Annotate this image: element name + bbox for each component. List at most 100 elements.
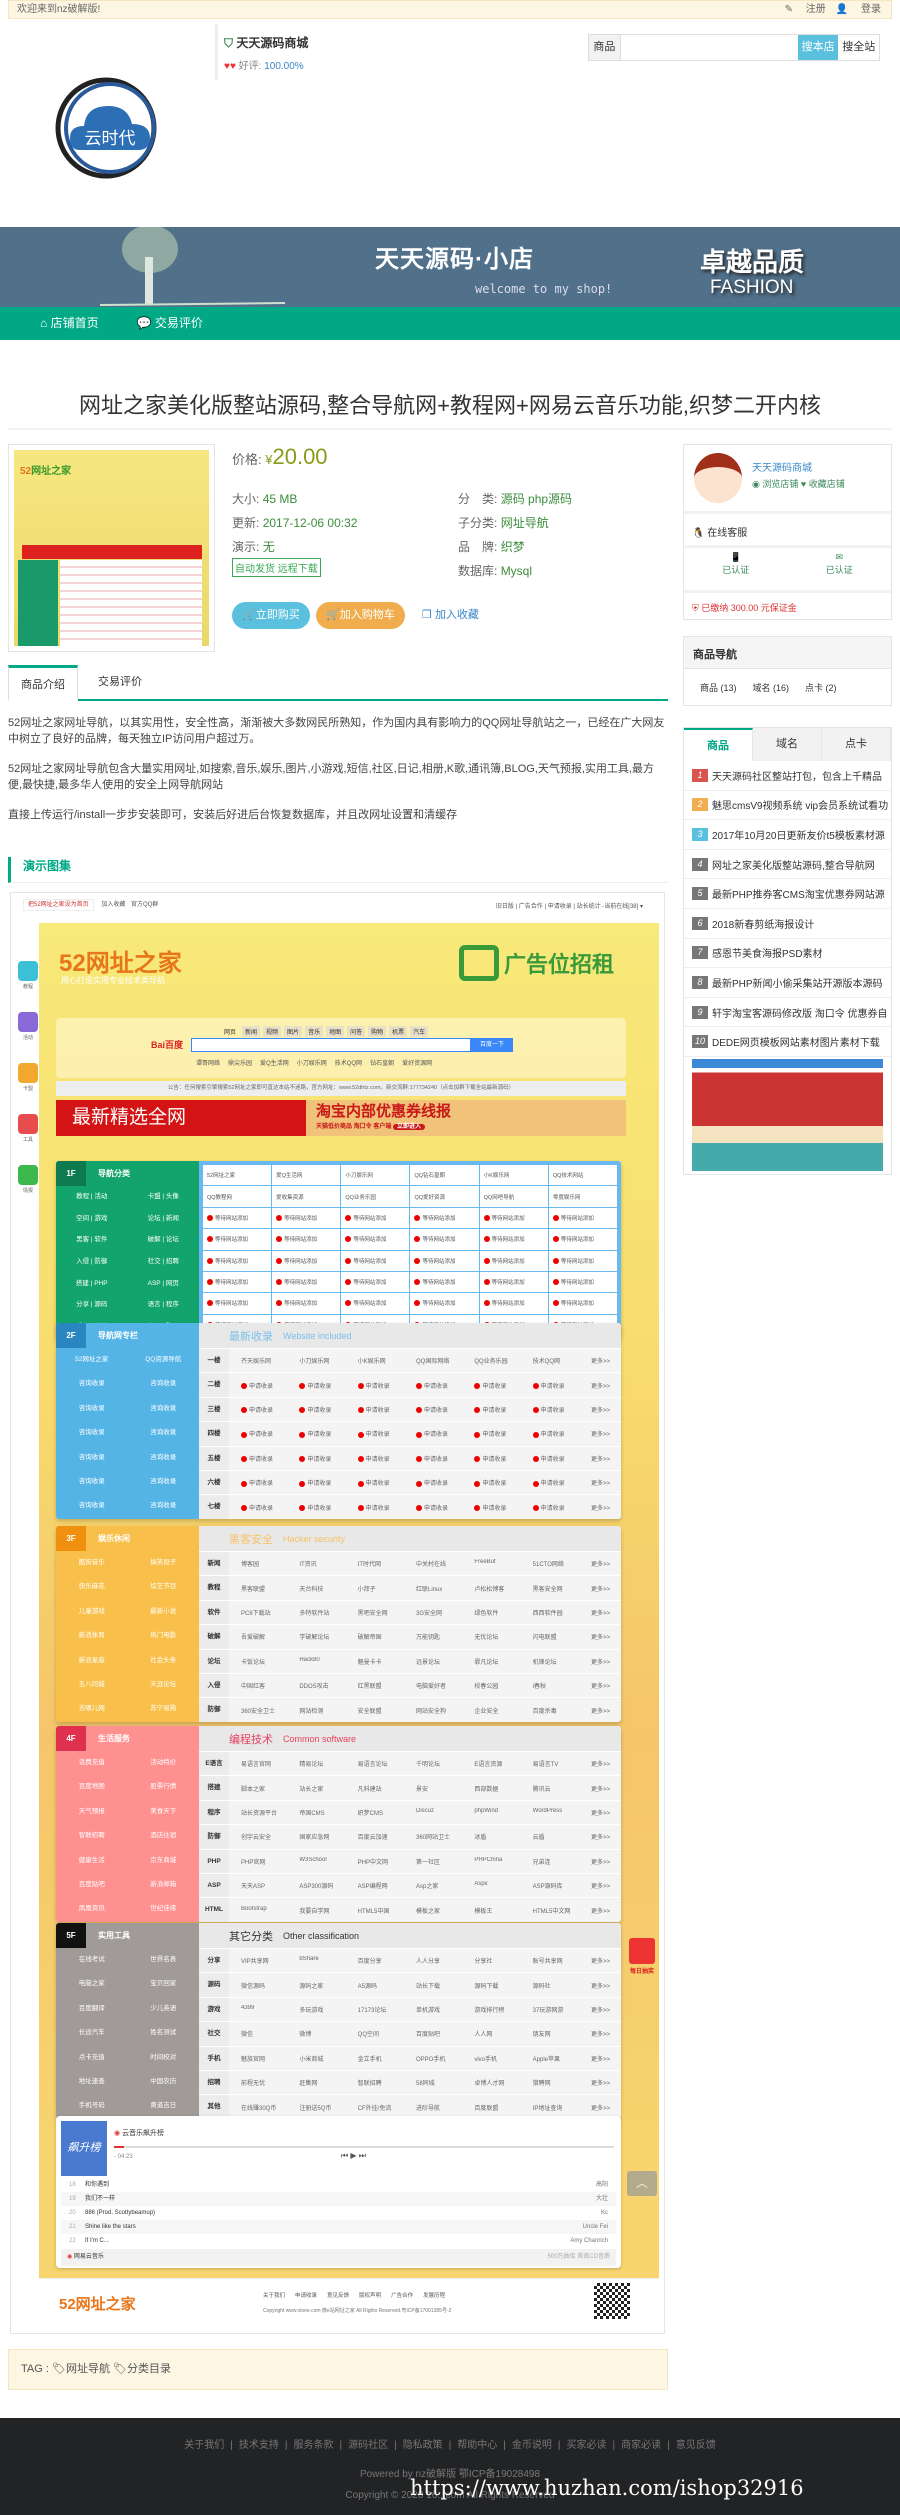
rank-number: 7 bbox=[692, 946, 708, 960]
ranking-item[interactable]: 3 2017年10月20日更新友价t5模板素材源 bbox=[684, 820, 891, 850]
footer-link[interactable]: 技术支持 bbox=[239, 2440, 279, 2451]
demo-row: 演示: 无 bbox=[232, 538, 275, 555]
ranking-item[interactable]: 1 天天源码社区整站打包，包含上千精品 bbox=[684, 761, 891, 791]
row-item: 模板王 bbox=[474, 1908, 493, 1915]
search-input[interactable] bbox=[620, 35, 798, 60]
demo-side-icon: 情报 bbox=[15, 1165, 41, 1194]
product-thumbnail[interactable]: 52网址之家 bbox=[8, 444, 215, 652]
ranking-item[interactable]: 6 2018新春剪纸海报设计 bbox=[684, 909, 891, 939]
row-items: 申请收录 申请收录 申请收录 申请收录 申请收录 申请收录 bbox=[229, 1478, 591, 1487]
rank-title: 2018新春剪纸海报设计 bbox=[712, 919, 815, 931]
rank-tab-domains[interactable]: 域名 bbox=[753, 728, 822, 761]
sidebar-shop-name[interactable]: 天天源码商城 bbox=[752, 459, 812, 474]
floor-left-panel: 5F 实用工具 在线考试 世界名表 电脑之家 宝贝回家 百度翻译 少儿英语 长途汽车 姓名测试 点卡… bbox=[56, 1923, 199, 2119]
goods-nav-link[interactable]: 商品 (13) bbox=[700, 681, 737, 694]
row-item: 申请收录 bbox=[357, 1405, 416, 1414]
floor-links: 52网址之家 QQ资源导航 咨询收录 咨询收录 咨询收录 咨询收录 咨询收录 咨询收录 咨询收录… bbox=[56, 1348, 199, 1519]
red-dot-icon bbox=[357, 1407, 364, 1414]
placeholder-text: 等待网站添加 bbox=[353, 1237, 387, 1244]
floor-link: 咨询收录 bbox=[150, 1453, 177, 1461]
tag-link[interactable]: 🏷网址导航 bbox=[52, 2363, 110, 2375]
row-item: 脚本之家 bbox=[241, 1786, 266, 1793]
footer-link[interactable]: 服务条款 bbox=[293, 2440, 333, 2451]
demo-footer-link: 关于我们 bbox=[263, 2293, 286, 2299]
buy-now-button[interactable]: 🛒立即购买 bbox=[232, 602, 310, 629]
ranking-preview-image[interactable] bbox=[692, 1058, 883, 1171]
floor-row: 社交 微信 微博 QQ空间 百度贴吧 人人网 朋友网 更多>> bbox=[199, 2021, 621, 2046]
goods-nav-link[interactable]: 域名 (16) bbox=[753, 681, 790, 694]
floor-grid-cell: QQ教程网 bbox=[203, 1186, 272, 1207]
row-item: 腾讯云 bbox=[532, 1786, 551, 1793]
footer-link[interactable]: 意见反馈 bbox=[676, 2440, 716, 2451]
search-shop-button[interactable]: 搜本店 bbox=[797, 35, 839, 60]
row-label: 二楼 bbox=[199, 1373, 229, 1397]
ranking-item[interactable]: 4 网址之家美化版整站源码,整合导航网 bbox=[684, 850, 891, 880]
subcategory-link[interactable]: 网址导航 bbox=[501, 516, 549, 530]
nav-shop-home[interactable]: ⌂ 店铺首页 bbox=[40, 307, 99, 340]
floor-row: ASP 天天ASP ASP300源码 ASP编程网 Asp之家 Aspx ASP源码库 更多>… bbox=[199, 1872, 621, 1898]
nav-reviews[interactable]: 💬 交易评价 bbox=[137, 307, 203, 340]
floor-link: 宝贝回家 bbox=[150, 1980, 177, 1988]
ranking-item[interactable]: 10 DEDE网页模板网站素材图片素材下载 bbox=[684, 1027, 891, 1057]
row-item: 兄弟连 bbox=[532, 1859, 551, 1866]
login-link[interactable]: 👤 登录 bbox=[836, 4, 881, 15]
placeholder-text: 等待网站添加 bbox=[284, 1301, 318, 1308]
row-label: 软件 bbox=[199, 1600, 229, 1625]
tag-link[interactable]: 🏷分类目录 bbox=[113, 2363, 171, 2375]
register-link[interactable]: ✎ 注册 bbox=[785, 4, 826, 15]
footer-link[interactable]: 帮助中心 bbox=[457, 2440, 497, 2451]
floor-grid-cell: 等待网站添加 bbox=[272, 1250, 341, 1271]
tab-description[interactable]: 商品介绍 bbox=[8, 665, 78, 701]
red-dot-icon bbox=[299, 1383, 306, 1389]
row-label: ASP bbox=[199, 1873, 229, 1898]
footer-link[interactable]: 隐私政策 bbox=[403, 2440, 443, 2451]
footer-link[interactable]: 买家必读 bbox=[567, 2440, 607, 2451]
row-item: 卢松松博客 bbox=[474, 1586, 505, 1593]
row-item: 易语言官网 bbox=[241, 1762, 272, 1769]
floor-link: 教程 | 活动 bbox=[76, 1193, 108, 1200]
site-logo[interactable]: 云时代 bbox=[52, 72, 177, 180]
rank-number: 5 bbox=[692, 887, 708, 901]
ranking-item[interactable]: 7 感恩节美食海报PSD素材 bbox=[684, 939, 891, 969]
floor-section-header: 最新收录 Website included bbox=[199, 1323, 621, 1348]
tab-reviews[interactable]: 交易评价 bbox=[86, 665, 154, 701]
search-site-button[interactable]: 搜全站 bbox=[838, 35, 879, 60]
ranking-item[interactable]: 9 轩宇淘宝客源码修改版 淘口令 优惠券自 bbox=[684, 998, 891, 1028]
ranking-item[interactable]: 5 最新PHP推券客CMS淘宝优惠券网站源 bbox=[684, 879, 891, 909]
rank-tab-cards[interactable]: 点卡 bbox=[822, 728, 891, 761]
add-favorite-button[interactable]: ❐ 加入收藏 bbox=[412, 602, 489, 629]
side-icon-label: 教程 bbox=[22, 984, 33, 990]
row-item: 申请收录 bbox=[299, 1429, 357, 1438]
footer-link[interactable]: 关于我们 bbox=[184, 2440, 224, 2451]
row-item: Asp之家 bbox=[415, 1884, 439, 1891]
online-service-link[interactable]: 🐧 在线客服 bbox=[684, 511, 891, 545]
rank-tab-goods[interactable]: 商品 bbox=[684, 728, 753, 761]
floor-grid-cell: 等待网站添加 bbox=[479, 1293, 548, 1314]
red-dot-icon bbox=[532, 1504, 539, 1511]
footer-link[interactable]: 金币说明 bbox=[512, 2440, 552, 2451]
footer-link[interactable]: 源码社区 bbox=[348, 2440, 388, 2451]
search-category-select[interactable]: 商品 bbox=[589, 35, 621, 60]
collect-shop-link[interactable]: ♥ 收藏店铺 bbox=[801, 479, 845, 489]
category-link[interactable]: 源码 php源码 bbox=[501, 492, 572, 506]
shop-name[interactable]: 天天源码商城 bbox=[236, 36, 308, 50]
footer-link[interactable]: 商家必读 bbox=[621, 2440, 661, 2451]
browse-shop-link[interactable]: ◉ 浏览店铺 bbox=[752, 479, 798, 489]
row-item: 创宇云安全 bbox=[241, 1835, 272, 1842]
song-artist: 大壮 bbox=[595, 2196, 608, 2202]
floor-grid-cell: 等待网站添加 bbox=[410, 1207, 479, 1229]
row-item: 百度联盟 bbox=[474, 2105, 499, 2112]
goods-nav-link[interactable]: 点卡 (2) bbox=[805, 681, 837, 694]
buy-now-label: 立即购买 bbox=[255, 609, 300, 621]
tag-icon: 🏷 bbox=[113, 2363, 127, 2375]
add-to-cart-button[interactable]: 🛒加入购物车 bbox=[316, 602, 405, 629]
ranking-item[interactable]: 8 最新PHP新闻小偷采集站开源版本源码 bbox=[684, 968, 891, 998]
row-item: 申请收录 bbox=[474, 1381, 532, 1390]
row-items: 申请收录 申请收录 申请收录 申请收录 申请收录 申请收录 bbox=[229, 1454, 591, 1463]
row-items: VIP共享网 bShare 百度分享 人人分享 分享社 账号共享网 bbox=[229, 1956, 591, 1965]
favorite-label: 加入收藏 bbox=[434, 609, 479, 621]
ranking-item[interactable]: 2 魅思cmsV9视频系统 vip会员系统试看功 bbox=[684, 791, 891, 821]
app-icon bbox=[18, 1012, 38, 1032]
demo-search-tab: 新闻 bbox=[242, 1026, 261, 1037]
row-item: 申请收录 bbox=[357, 1429, 416, 1438]
